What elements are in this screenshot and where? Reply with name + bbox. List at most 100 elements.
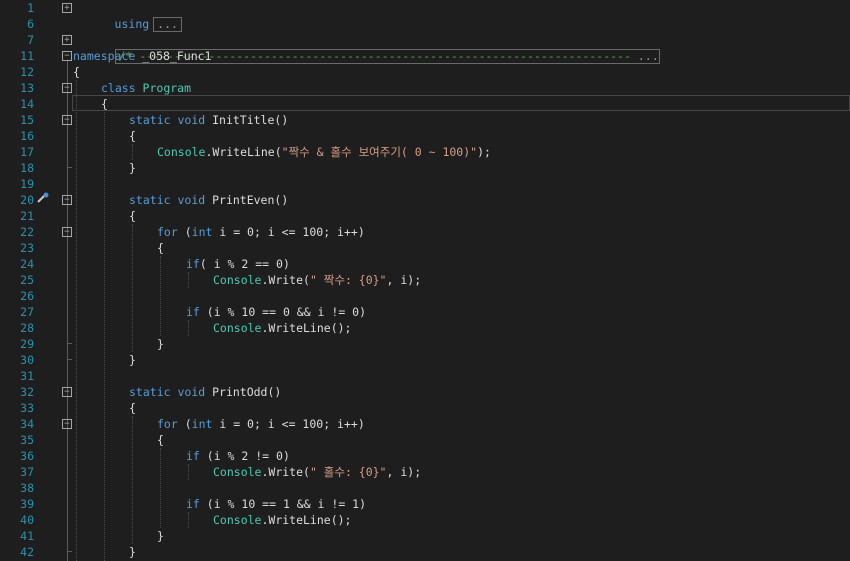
- code-line[interactable]: 34 − for (int i = 0; i <= 100; i++): [0, 416, 850, 432]
- class-name: Console: [213, 465, 262, 479]
- line-number: 40: [20, 513, 34, 527]
- expand-icon[interactable]: +: [62, 3, 72, 13]
- code-line[interactable]: 11 − namespace _058_Func1: [0, 48, 850, 64]
- collapse-icon[interactable]: −: [62, 115, 72, 125]
- keyword: if: [186, 257, 200, 271]
- condition: ( i % 2 == 0): [199, 257, 290, 271]
- line-number: 16: [20, 129, 34, 143]
- code-line[interactable]: 28 Console.WriteLine();: [0, 320, 850, 336]
- code-line[interactable]: 17 Console.WriteLine("짝수 & 홀수 보여주기( 0 ~ …: [0, 144, 850, 160]
- method-call: .Write(: [261, 273, 310, 287]
- keyword: if: [186, 449, 200, 463]
- keyword: namespace: [73, 49, 136, 63]
- string-literal: " 짝수: {0}": [309, 273, 387, 287]
- code-line[interactable]: 12 {: [0, 64, 850, 80]
- code-line[interactable]: 25 Console.Write(" 짝수: {0}", i);: [0, 272, 850, 288]
- brace: }: [129, 161, 136, 175]
- code-line[interactable]: 27 if (i % 10 == 0 && i != 0): [0, 304, 850, 320]
- line-number: 29: [20, 337, 34, 351]
- code-line[interactable]: 29 }: [0, 336, 850, 352]
- line-number: 38: [20, 481, 34, 495]
- code-line[interactable]: 30 }: [0, 352, 850, 368]
- class-name: Console: [213, 273, 262, 287]
- code-line[interactable]: 42 }: [0, 544, 850, 560]
- line-number: 41: [20, 529, 34, 543]
- collapse-icon[interactable]: −: [62, 83, 72, 93]
- line-number: 31: [20, 369, 34, 383]
- code-line[interactable]: 36 if (i % 2 != 0): [0, 448, 850, 464]
- collapse-icon[interactable]: −: [62, 195, 72, 205]
- brace: {: [129, 129, 136, 143]
- code-line[interactable]: 39 if (i % 10 == 1 && i != 1): [0, 496, 850, 512]
- collapse-icon[interactable]: −: [62, 227, 72, 237]
- brace: {: [101, 97, 108, 111]
- code-line[interactable]: 7 + /* ---------------------------------…: [0, 32, 850, 64]
- code-line[interactable]: 1 + using...: [0, 0, 850, 32]
- line-number: 23: [20, 241, 34, 255]
- code-line[interactable]: 32 − static void PrintOdd(): [0, 384, 850, 400]
- keyword: if: [186, 305, 200, 319]
- code-line[interactable]: 6: [0, 16, 850, 32]
- class-name: Program: [135, 81, 192, 95]
- line-number: 1: [27, 1, 34, 15]
- keyword: void: [170, 113, 206, 127]
- code-line[interactable]: 37 Console.Write(" 홀수: {0}", i);: [0, 464, 850, 480]
- line-number: 12: [20, 65, 34, 79]
- code-line[interactable]: 35 {: [0, 432, 850, 448]
- code-line[interactable]: 13 − class Program: [0, 80, 850, 96]
- method-call: .WriteLine();: [261, 513, 352, 527]
- code-line[interactable]: 20 − static void PrintEven(): [0, 192, 850, 208]
- code-line[interactable]: 19: [0, 176, 850, 192]
- line-number: 15: [20, 113, 34, 127]
- keyword: int: [191, 417, 213, 431]
- line-number: 36: [20, 449, 34, 463]
- code-line[interactable]: 22 − for (int i = 0; i <= 100; i++): [0, 224, 850, 240]
- namespace-name: _058_Func1: [135, 49, 212, 63]
- line-number: 7: [27, 33, 34, 47]
- punctuation: (: [177, 225, 192, 239]
- line-number: 13: [20, 81, 34, 95]
- code-line[interactable]: 41 }: [0, 528, 850, 544]
- collapse-icon[interactable]: −: [62, 419, 72, 429]
- line-number: 24: [20, 257, 34, 271]
- brace: }: [157, 337, 164, 351]
- method-call: .WriteLine();: [261, 321, 352, 335]
- code-line[interactable]: 16 {: [0, 128, 850, 144]
- method-call: .Write(: [261, 465, 310, 479]
- line-number: 22: [20, 225, 34, 239]
- collapse-icon[interactable]: −: [62, 51, 72, 61]
- brace: {: [73, 65, 80, 79]
- line-number: 20: [20, 193, 34, 207]
- line-number: 33: [20, 401, 34, 415]
- code-line[interactable]: 23 {: [0, 240, 850, 256]
- code-line[interactable]: 14 {: [0, 96, 850, 203]
- punctuation: , i);: [386, 465, 422, 479]
- line-number: 18: [20, 161, 34, 175]
- method-name: InitTitle(): [205, 113, 289, 127]
- expand-icon[interactable]: +: [62, 35, 72, 45]
- code-line[interactable]: 31: [0, 368, 850, 384]
- code-line[interactable]: 18 }: [0, 160, 850, 176]
- method-call: .WriteLine(: [205, 145, 282, 159]
- code-line[interactable]: 33 {: [0, 400, 850, 416]
- line-number: 35: [20, 433, 34, 447]
- code-line[interactable]: 40 Console.WriteLine();: [0, 512, 850, 528]
- loop-header: i = 0; i <= 100; i++): [212, 225, 365, 239]
- collapse-icon[interactable]: −: [62, 387, 72, 397]
- line-number: 21: [20, 209, 34, 223]
- code-line[interactable]: 38: [0, 480, 850, 496]
- code-line[interactable]: 15 − static void InitTitle(): [0, 112, 850, 128]
- code-line[interactable]: 24 if( i % 2 == 0): [0, 256, 850, 272]
- brace: }: [129, 353, 136, 367]
- line-number: 14: [20, 97, 34, 111]
- code-line[interactable]: 26: [0, 288, 850, 304]
- code-line[interactable]: 21 {: [0, 208, 850, 224]
- condition: (i % 10 == 1 && i != 1): [199, 497, 367, 511]
- code-editor[interactable]: 1 + using... 6 7 + /* ------------------…: [0, 0, 850, 561]
- keyword: static: [129, 193, 171, 207]
- brace: {: [129, 209, 136, 223]
- keyword: class: [101, 81, 136, 95]
- keyword: void: [170, 385, 206, 399]
- line-number: 27: [20, 305, 34, 319]
- punctuation: , i);: [386, 273, 422, 287]
